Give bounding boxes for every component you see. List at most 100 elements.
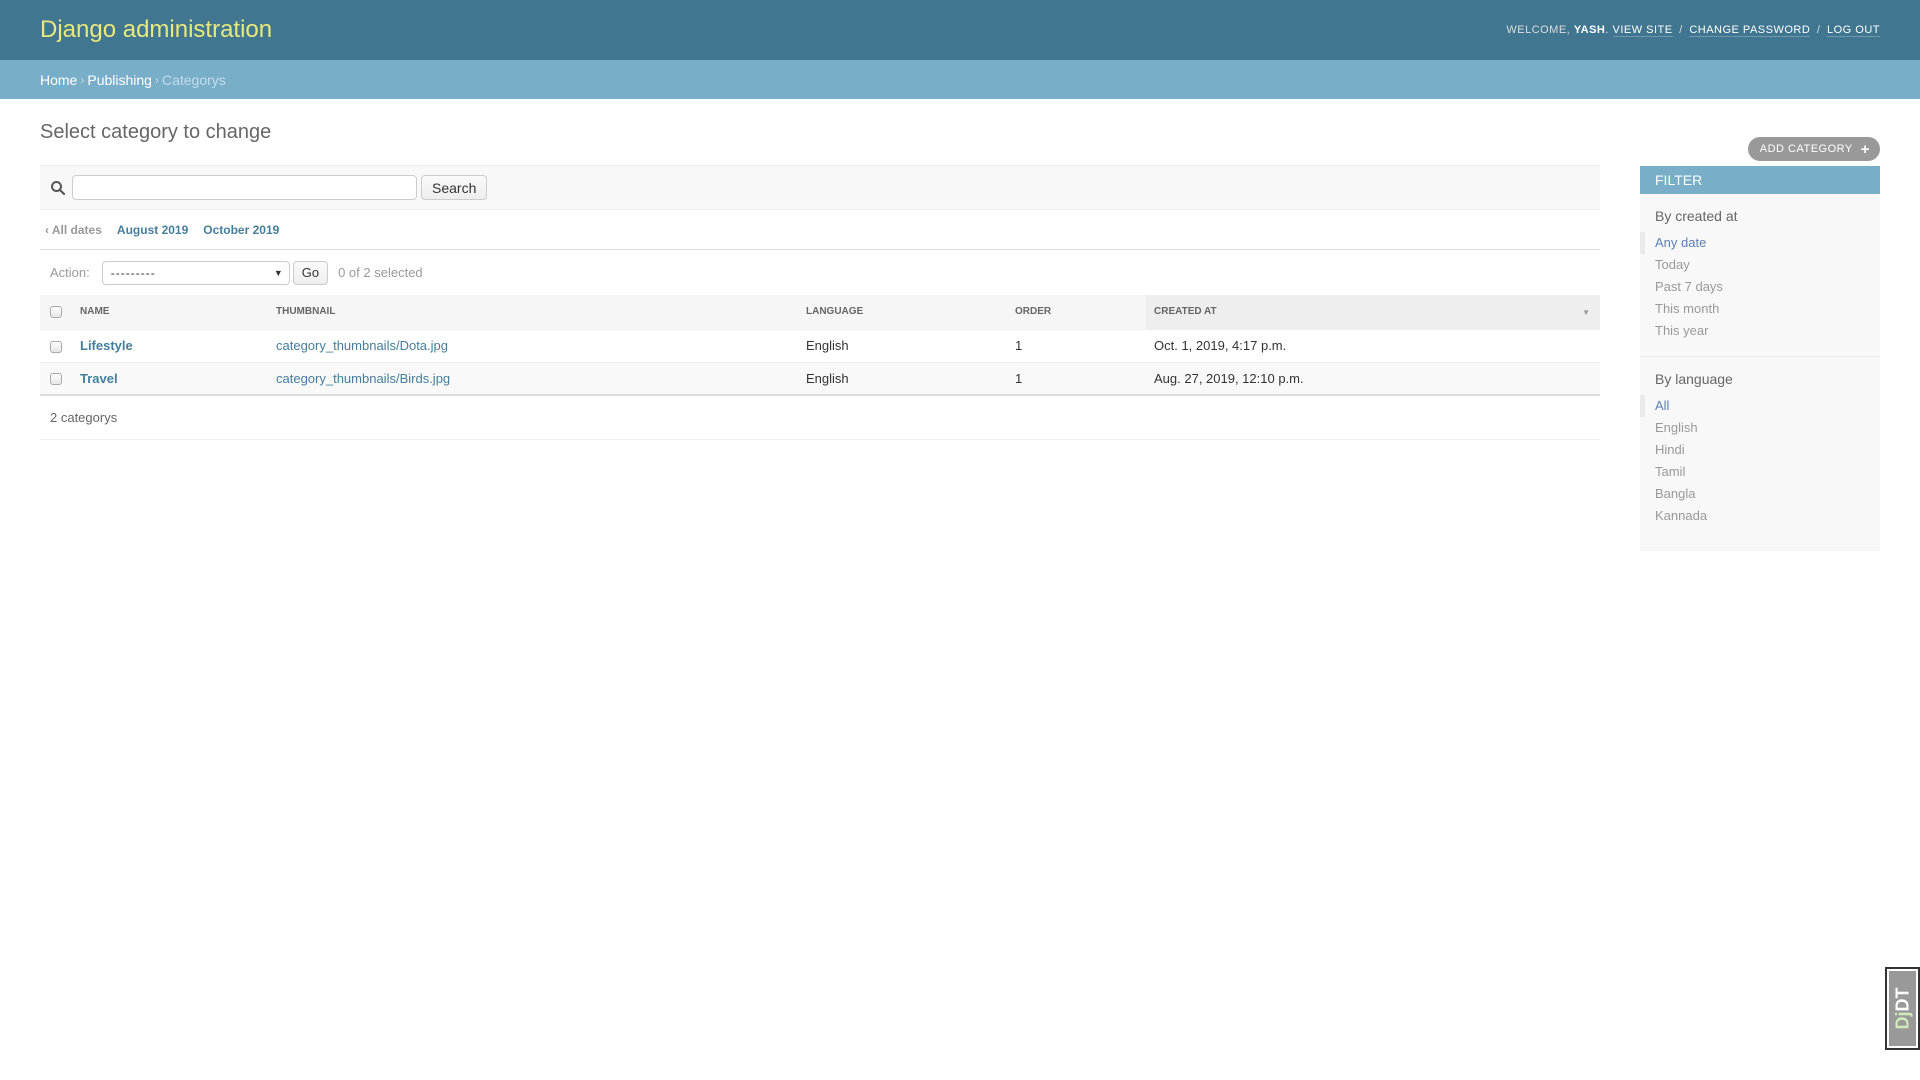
change-password-link[interactable]: Change password <box>1689 24 1811 37</box>
filter-option-this-month: This month <box>1640 298 1880 320</box>
category-link[interactable]: Lifestyle <box>80 338 133 353</box>
column-header-created-at-label: Created at <box>1154 306 1217 318</box>
go-button[interactable]: Go <box>292 260 329 285</box>
filter-link[interactable]: Past 7 days <box>1655 279 1723 294</box>
date-hierarchy: ‹ All dates August 2019 October 2019 <box>40 210 1600 250</box>
breadcrumb: Home › Publishing › Categorys <box>0 60 1920 99</box>
action-counter: 0 of 2 selected <box>338 265 423 280</box>
filter-link[interactable]: All <box>1655 398 1669 413</box>
dropdown-arrow-icon: ▼ <box>273 267 283 278</box>
cell-thumbnail: category_thumbnails/Birds.jpg <box>268 362 798 396</box>
row-checkbox[interactable] <box>50 373 62 386</box>
action-label: Action: <box>50 265 90 280</box>
filter-option-tamil: Tamil <box>1640 461 1880 483</box>
column-header-created-at[interactable]: Created at ▼ <box>1146 295 1600 330</box>
action-selected-option: --------- <box>110 265 156 280</box>
filter-option-past-7-days: Past 7 days <box>1640 276 1880 298</box>
column-header-thumbnail[interactable]: Thumbnail <box>268 295 798 330</box>
log-out-link[interactable]: Log out <box>1826 24 1880 37</box>
paginator: 2 categorys <box>40 396 1600 440</box>
search-toolbar: Search <box>40 165 1600 210</box>
filter-sidebar: Filter By created at Any date Today Past… <box>1640 166 1880 551</box>
table-header-row: Name Thumbnail Language Order Created at… <box>40 295 1600 330</box>
filter-option-english: English <box>1640 417 1880 439</box>
filter-heading-created-at: By created at <box>1655 208 1738 224</box>
user-tools: Welcome, Yash. View site / Change passwo… <box>1506 24 1880 37</box>
cell-name: Travel <box>72 362 268 396</box>
debug-toolbar-logo-icon: DjDT <box>1889 971 1916 1046</box>
select-all-checkbox[interactable] <box>50 305 62 318</box>
table-row: Travel category_thumbnails/Birds.jpg Eng… <box>40 362 1600 396</box>
filter-heading-language: By language <box>1655 371 1733 387</box>
category-link[interactable]: Travel <box>80 371 118 386</box>
actions-bar: Action: --------- ▼ Go 0 of 2 selected <box>40 250 1600 295</box>
filter-option-bangla: Bangla <box>1640 483 1880 505</box>
result-list: Name Thumbnail Language Order Created at… <box>40 295 1600 396</box>
cell-order: 1 <box>1007 362 1146 396</box>
filter-option-this-year: This year <box>1640 320 1880 342</box>
action-select[interactable]: --------- ▼ <box>101 260 290 285</box>
breadcrumb-home[interactable]: Home <box>40 72 77 88</box>
separator: / <box>1679 24 1683 36</box>
add-category-button[interactable]: Add category + <box>1747 137 1880 161</box>
search-input[interactable] <box>72 175 417 200</box>
filter-option-today: Today <box>1640 254 1880 276</box>
welcome-text: Welcome, <box>1506 24 1571 36</box>
date-link-august-2019[interactable]: August 2019 <box>117 223 188 237</box>
row-select-cell <box>40 329 72 363</box>
table-row: Lifestyle category_thumbnails/Dota.jpg E… <box>40 329 1600 363</box>
header: Django administration Welcome, Yash. Vie… <box>0 0 1920 60</box>
filter-title: Filter <box>1640 166 1880 194</box>
cell-language: English <box>798 329 1007 363</box>
search-icon <box>51 180 66 195</box>
thumbnail-link[interactable]: category_thumbnails/Dota.jpg <box>276 338 448 353</box>
date-link-october-2019[interactable]: October 2019 <box>203 223 279 237</box>
thumbnail-link[interactable]: category_thumbnails/Birds.jpg <box>276 371 450 386</box>
breadcrumb-separator: › <box>154 72 159 87</box>
cell-created-at: Oct. 1, 2019, 4:17 p.m. <box>1146 329 1600 363</box>
plus-icon: + <box>1860 140 1870 158</box>
row-checkbox[interactable] <box>50 340 62 353</box>
debug-toolbar-handle[interactable]: DjDT <box>1885 967 1920 1050</box>
filter-link[interactable]: Any date <box>1655 235 1706 250</box>
filter-link[interactable]: Hindi <box>1655 442 1685 457</box>
all-dates-link[interactable]: ‹ All dates <box>45 223 102 237</box>
filter-option-kannada: Kannada <box>1640 505 1880 527</box>
filter-link[interactable]: English <box>1655 420 1698 435</box>
cell-order: 1 <box>1007 329 1146 363</box>
filter-list-created-at: Any date Today Past 7 days This month Th… <box>1640 232 1880 357</box>
filter-link[interactable]: This month <box>1655 301 1719 316</box>
cell-thumbnail: category_thumbnails/Dota.jpg <box>268 329 798 363</box>
debug-toolbar-label: DjDT <box>1892 987 1912 1030</box>
breadcrumb-publishing[interactable]: Publishing <box>87 72 152 88</box>
column-header-language[interactable]: Language <box>798 295 1007 330</box>
filter-link[interactable]: Bangla <box>1655 486 1695 501</box>
site-branding[interactable]: Django administration <box>40 16 272 44</box>
filter-link[interactable]: Tamil <box>1655 464 1685 479</box>
cell-language: English <box>798 362 1007 396</box>
username: Yash <box>1573 24 1606 36</box>
filter-link[interactable]: Kannada <box>1655 508 1707 523</box>
select-all-cell <box>40 295 72 330</box>
filter-option-all: All <box>1640 395 1880 417</box>
filter-list-language: All English Hindi Tamil Bangla Kannada <box>1640 395 1880 541</box>
breadcrumb-separator: › <box>80 72 85 87</box>
changelist: Search ‹ All dates August 2019 October 2… <box>40 165 1600 440</box>
column-header-name[interactable]: Name <box>72 295 268 330</box>
breadcrumb-current: Categorys <box>161 71 226 88</box>
separator: / <box>1816 24 1821 36</box>
search-button[interactable]: Search <box>421 175 488 200</box>
filter-option-hindi: Hindi <box>1640 439 1880 461</box>
add-category-label: Add category <box>1759 143 1853 155</box>
filter-link[interactable]: Today <box>1655 257 1690 272</box>
cell-created-at: Aug. 27, 2019, 12:10 p.m. <box>1146 362 1600 396</box>
filter-link[interactable]: This year <box>1655 323 1708 338</box>
column-header-order[interactable]: Order <box>1007 295 1146 330</box>
object-tools: Add category + <box>1747 137 1880 161</box>
filter-option-any-date: Any date <box>1640 232 1880 254</box>
cell-name: Lifestyle <box>72 329 268 363</box>
sort-descending-icon[interactable]: ▼ <box>1582 308 1590 317</box>
row-select-cell <box>40 362 72 396</box>
view-site-link[interactable]: View site <box>1612 24 1673 37</box>
page-title: Select category to change <box>40 121 272 143</box>
